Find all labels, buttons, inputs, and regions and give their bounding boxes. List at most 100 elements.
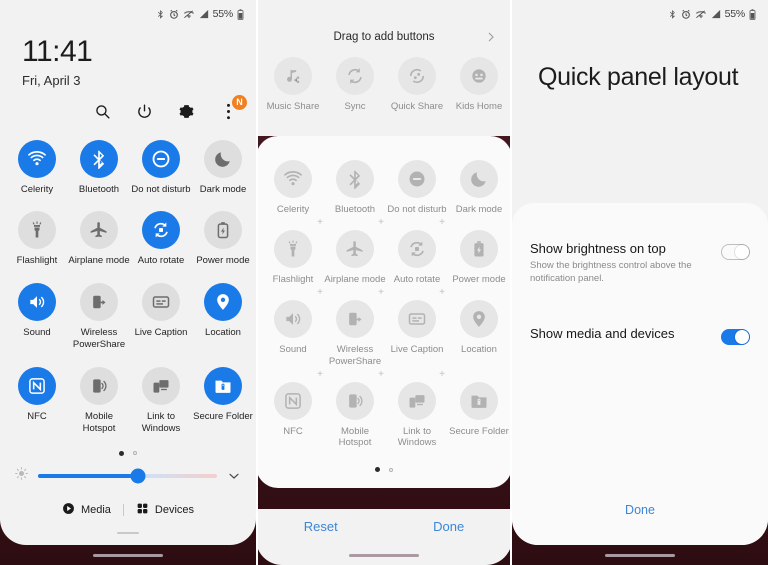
add-marker[interactable]: + — [323, 216, 384, 230]
page-dot[interactable] — [133, 451, 137, 456]
row-spacer — [6, 199, 68, 207]
media-button[interactable]: Media — [62, 502, 111, 518]
tile-live-caption[interactable]: Live Caption — [130, 283, 192, 351]
available-tiles-grid: Music Share Sync Quick Share Kids Home — [256, 43, 512, 113]
tile-celerity[interactable]: Celerity — [6, 139, 68, 196]
chevron-down-icon[interactable] — [226, 468, 242, 484]
setting-show-media-and-devices[interactable]: Show media and devices — [512, 286, 768, 345]
page-dot-active[interactable] — [119, 450, 124, 456]
edit-tile-location[interactable]: Location — [448, 299, 510, 368]
add-marker[interactable]: + — [262, 368, 323, 382]
edit-tile-bluetooth[interactable]: Bluetooth — [324, 160, 386, 216]
done-button[interactable]: Done — [512, 503, 768, 517]
tile-label: Location — [205, 327, 241, 339]
tile-label: Do not disturb — [131, 183, 191, 195]
power-mode-icon — [460, 229, 498, 268]
toggle-show-media-and-devices[interactable] — [721, 328, 750, 345]
search-icon[interactable] — [92, 102, 112, 122]
moon-icon — [460, 160, 498, 198]
tile-wireless-powershare[interactable]: Wireless PowerShare — [68, 283, 130, 351]
battery-icon — [237, 8, 244, 20]
edit-tile-wireless-powershare[interactable]: Wireless PowerShare — [324, 299, 386, 368]
edit-tile-secure-folder[interactable]: Secure Folder — [448, 381, 510, 450]
tile-link-to-windows[interactable]: Link to Windows — [130, 367, 192, 435]
secure-folder-icon — [204, 367, 242, 405]
tile-airplane-mode[interactable]: Airplane mode — [68, 211, 130, 267]
page-dot[interactable] — [389, 467, 393, 472]
page-indicator — [0, 435, 256, 456]
edit-tile-do-not-disturb[interactable]: Do not disturb — [386, 160, 448, 216]
tile-label: Secure Folder — [449, 425, 509, 437]
edit-header-title: Drag to add buttons — [333, 31, 435, 43]
gesture-bar[interactable] — [605, 554, 675, 557]
tile-sound[interactable]: Sound — [6, 283, 68, 351]
setting-text: Show media and devices — [530, 326, 675, 341]
edit-tile-dark-mode[interactable]: Dark mode — [448, 160, 510, 216]
secure-folder-icon — [460, 381, 498, 420]
tile-dark-mode[interactable]: Dark mode — [192, 139, 254, 196]
setting-show-brightness-on-top[interactable]: Show brightness on top Show the brightne… — [512, 203, 768, 286]
wifi-off-icon — [183, 9, 195, 20]
edit-tile-live-caption[interactable]: Live Caption — [386, 299, 448, 368]
add-marker[interactable]: + — [262, 216, 323, 230]
edit-tile-link-to-windows[interactable]: Link to Windows — [386, 381, 448, 450]
available-tile-quick-share[interactable]: Quick Share — [386, 57, 448, 113]
panel-divider — [510, 0, 512, 565]
active-tiles-grid-row3: Sound Wireless PowerShare Live Caption L… — [256, 299, 512, 368]
tile-nfc[interactable]: NFC — [6, 367, 68, 435]
edit-tile-sound[interactable]: Sound — [262, 299, 324, 368]
active-tiles-grid-row1: Celerity Bluetooth Do not disturb Dark m… — [256, 136, 512, 216]
edit-tile-flashlight[interactable]: Flashlight — [262, 229, 324, 286]
tile-auto-rotate[interactable]: Auto rotate — [130, 211, 192, 267]
tile-power-mode[interactable]: Power mode — [192, 211, 254, 267]
edit-tile-airplane-mode[interactable]: Airplane mode — [324, 229, 386, 286]
edit-tile-power-mode[interactable]: Power mode — [448, 229, 510, 286]
bluetooth-icon — [336, 160, 374, 198]
brightness-knob[interactable] — [130, 468, 146, 484]
done-button[interactable]: Done — [433, 519, 464, 534]
add-marker[interactable]: + — [323, 286, 384, 300]
available-tile-sync[interactable]: Sync — [324, 57, 386, 113]
edit-tile-auto-rotate[interactable]: Auto rotate — [386, 229, 448, 286]
add-marker[interactable]: + — [384, 216, 445, 230]
tile-mobile-hotspot[interactable]: Mobile Hotspot — [68, 367, 130, 435]
brightness-slider[interactable] — [38, 468, 217, 484]
tile-secure-folder[interactable]: Secure Folder — [192, 367, 254, 435]
gesture-bar[interactable] — [349, 554, 419, 557]
overflow-menu-icon[interactable]: N — [218, 94, 247, 122]
add-marker[interactable]: + — [262, 286, 323, 300]
devices-label: Devices — [154, 503, 195, 516]
power-icon[interactable] — [134, 102, 154, 122]
available-tile-music-share[interactable]: Music Share — [262, 57, 324, 113]
drag-handle[interactable] — [117, 531, 139, 535]
toggle-show-brightness-on-top[interactable] — [721, 244, 750, 260]
add-marker-spacer — [445, 286, 506, 300]
tile-label: Do not disturb — [387, 204, 447, 215]
toggle-knob — [735, 329, 749, 344]
status-bar: 55% — [512, 0, 768, 28]
tile-flashlight[interactable]: Flashlight — [6, 211, 68, 267]
edit-tile-mobile-hotspot[interactable]: Mobile Hotspot — [324, 381, 386, 450]
gesture-navbar — [256, 554, 512, 557]
settings-gear-icon[interactable] — [176, 102, 196, 122]
tile-location[interactable]: Location — [192, 283, 254, 351]
edit-tile-nfc[interactable]: NFC — [262, 381, 324, 450]
reset-button[interactable]: Reset — [304, 519, 338, 534]
page-dot-active[interactable] — [375, 467, 380, 473]
gesture-bar[interactable] — [93, 554, 163, 557]
setting-title: Show media and devices — [530, 325, 675, 341]
devices-button[interactable]: Devices — [136, 502, 194, 518]
brightness-icon — [14, 466, 29, 486]
auto-rotate-icon — [398, 229, 436, 268]
tile-do-not-disturb[interactable]: Do not disturb — [130, 139, 192, 196]
available-tile-kids-home[interactable]: Kids Home — [448, 57, 510, 113]
add-marker[interactable]: + — [323, 368, 384, 382]
add-marker[interactable]: + — [384, 286, 445, 300]
row-spacer — [130, 271, 192, 279]
edit-tile-celerity[interactable]: Celerity — [262, 160, 324, 216]
power-mode-icon — [204, 211, 242, 250]
add-marker[interactable]: + — [384, 368, 445, 382]
chevron-right-icon[interactable] — [484, 30, 498, 44]
row-spacer — [6, 271, 68, 279]
tile-bluetooth[interactable]: Bluetooth — [68, 139, 130, 196]
